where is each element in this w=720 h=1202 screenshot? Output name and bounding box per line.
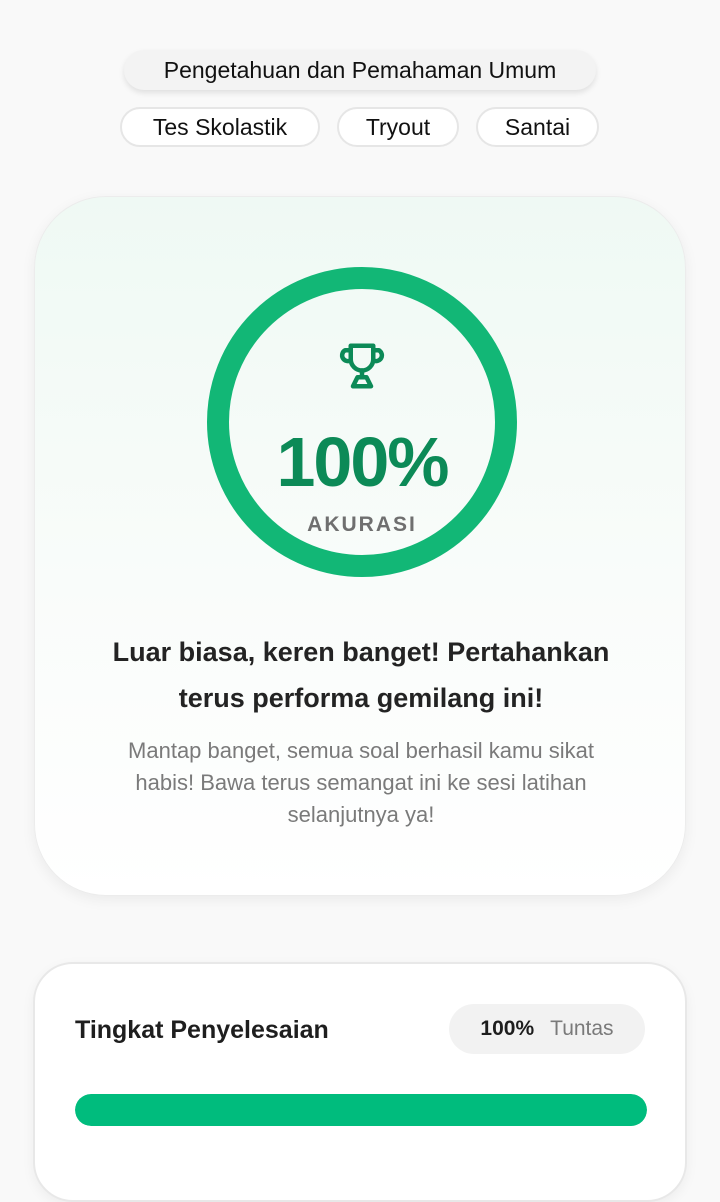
tag-chip-santai[interactable]: Santai [476,107,599,147]
category-chip-main[interactable]: Pengetahuan dan Pemahaman Umum [124,50,596,90]
completion-title: Tingkat Penyelesaian [75,1016,329,1044]
accuracy-value: 100% [276,423,449,501]
tag-chip-tes-skolastik[interactable]: Tes Skolastik [120,107,320,147]
result-headline: Luar biasa, keren banget! Pertahankan te… [112,637,610,713]
completion-progress-fill [75,1094,647,1126]
completion-progress-bar [75,1094,647,1126]
completion-badge: 100% Tuntas [449,1004,645,1054]
result-description: Mantap banget, semua soal berhasil kamu … [128,738,594,827]
accuracy-ring: 100% AKURASI [207,267,517,577]
result-card: 100% AKURASI Luar biasa, keren banget! P… [34,196,686,896]
tag-chip-tryout[interactable]: Tryout [337,107,459,147]
accuracy-label: AKURASI [307,513,417,536]
completion-status: Tuntas [550,1017,614,1040]
completion-card: Tingkat Penyelesaian 100% Tuntas [33,962,687,1202]
trophy-icon [335,339,389,398]
completion-value: 100% [480,1017,535,1040]
